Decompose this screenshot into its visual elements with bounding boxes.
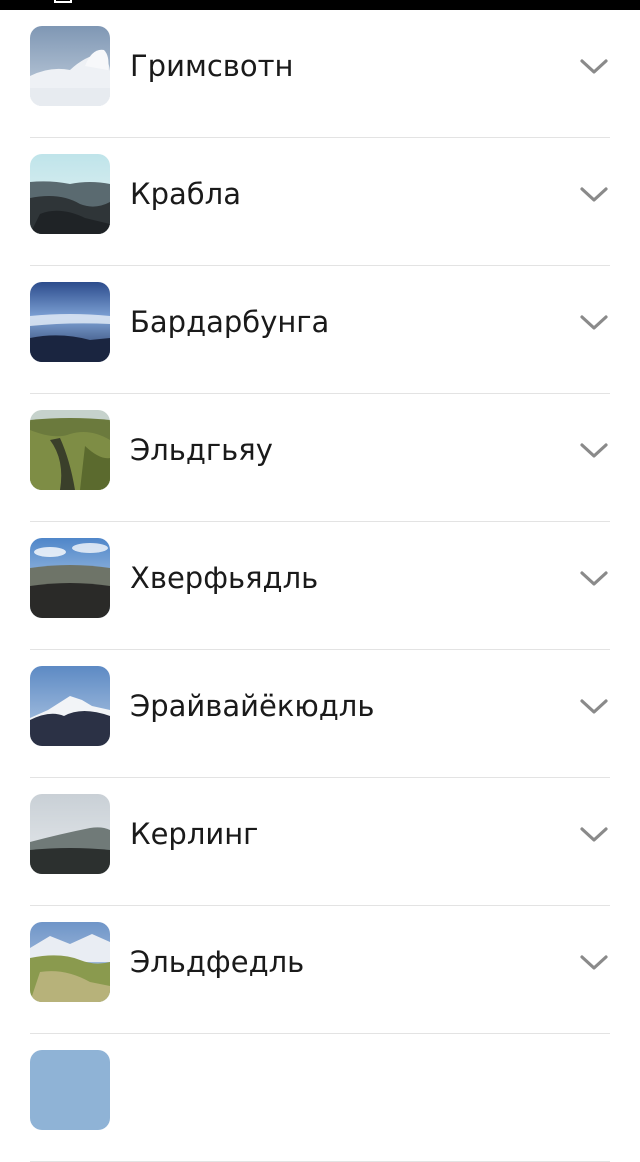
list-item[interactable]: Крабла	[0, 138, 640, 266]
volcano-thumbnail	[30, 922, 110, 1002]
list-item[interactable]: Эльдфедль	[0, 906, 640, 1034]
item-label: Керлинг	[130, 817, 259, 851]
item-label: Крабла	[130, 177, 241, 211]
item-label: Эрайвайёкюдль	[130, 689, 375, 723]
item-label: Эльдгьяу	[130, 433, 273, 467]
chevron-down-icon[interactable]	[578, 181, 610, 207]
volcano-thumbnail	[30, 794, 110, 874]
volcano-list: Гримсвотн Крабла Бардарбунга Эльдгьяу Хв…	[0, 10, 640, 1162]
chevron-down-icon[interactable]	[578, 693, 610, 719]
list-item[interactable]: Хверфьядль	[0, 522, 640, 650]
list-item[interactable]: Гримсвотн	[0, 10, 640, 138]
list-item[interactable]: Эрайвайёкюдль	[0, 650, 640, 778]
volcano-thumbnail	[30, 282, 110, 362]
chevron-down-icon[interactable]	[578, 437, 610, 463]
volcano-thumbnail	[30, 538, 110, 618]
volcano-thumbnail	[30, 154, 110, 234]
chevron-down-icon[interactable]	[578, 309, 610, 335]
list-item-partial[interactable]	[0, 1034, 640, 1162]
volcano-thumbnail	[30, 410, 110, 490]
item-label: Хверфьядль	[130, 561, 319, 595]
volcano-thumbnail	[30, 26, 110, 106]
chevron-down-icon[interactable]	[578, 949, 610, 975]
list-item[interactable]: Керлинг	[0, 778, 640, 906]
chevron-down-icon[interactable]	[578, 53, 610, 79]
chevron-down-icon[interactable]	[578, 821, 610, 847]
list-item[interactable]: Бардарбунга	[0, 266, 640, 394]
volcano-thumbnail	[30, 666, 110, 746]
item-label: Бардарбунга	[130, 305, 330, 339]
list-item[interactable]: Эльдгьяу	[0, 394, 640, 522]
item-label: Эльдфедль	[130, 945, 305, 979]
status-icon	[54, 0, 72, 3]
status-bar	[0, 0, 640, 10]
item-label: Гримсвотн	[130, 49, 294, 83]
volcano-thumbnail	[30, 1050, 110, 1130]
chevron-down-icon[interactable]	[578, 565, 610, 591]
